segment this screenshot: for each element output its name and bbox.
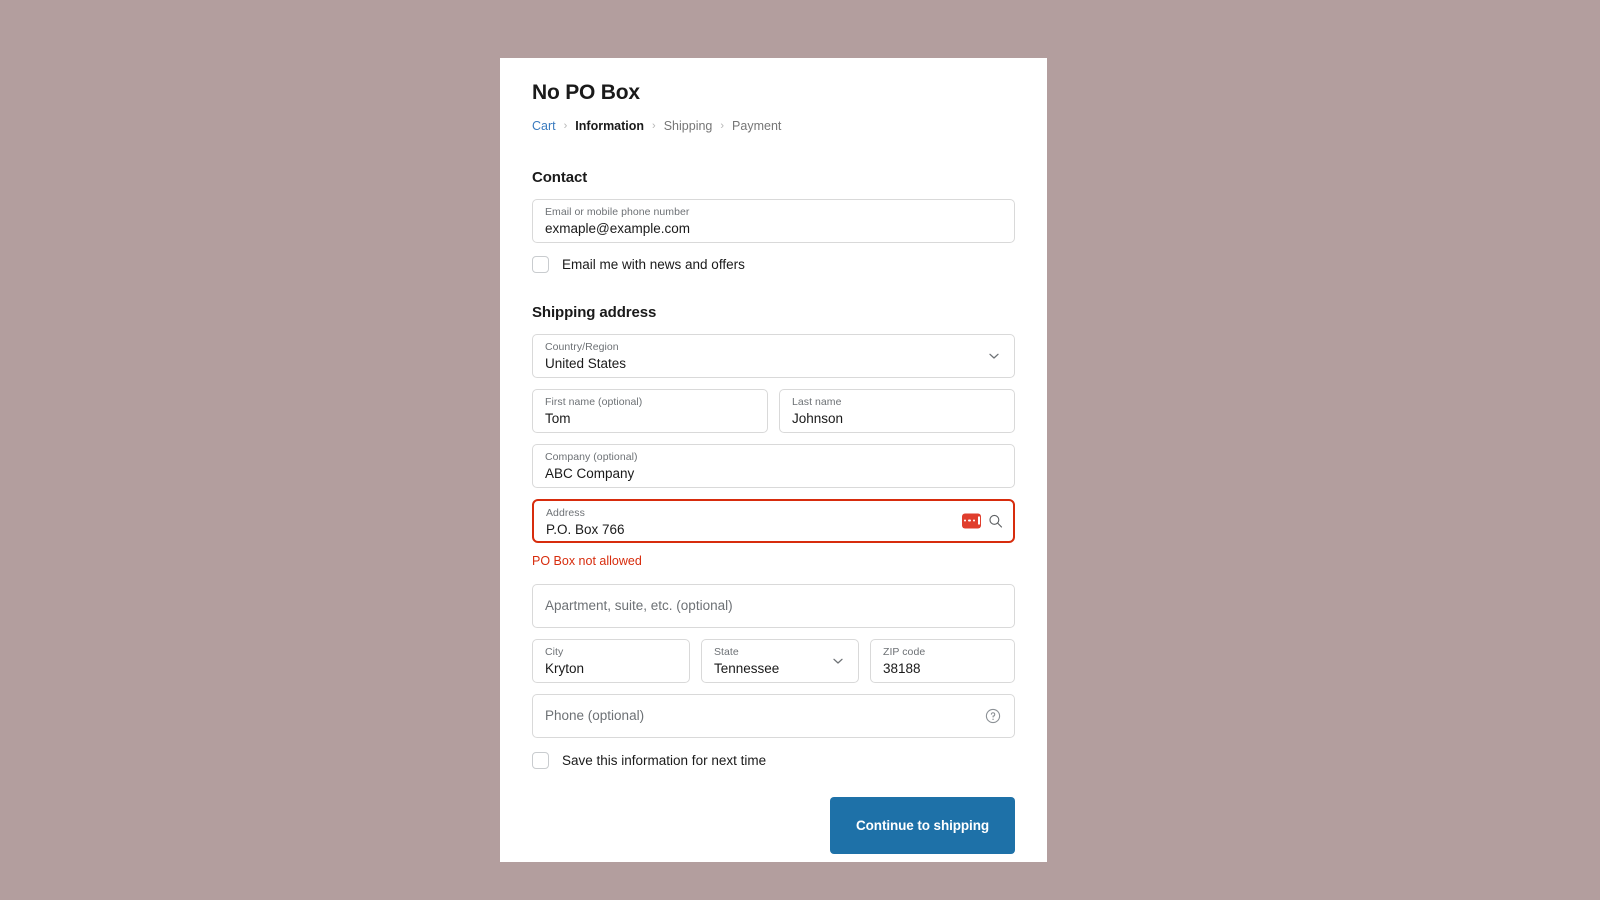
zip-value: 38188: [883, 660, 1002, 678]
name-row: First name (optional) Tom Last name John…: [532, 389, 1015, 433]
state-label: State: [714, 646, 846, 659]
city-state-zip-row: City Kryton State Tennessee ZIP code 381…: [532, 639, 1015, 683]
country-select-label: Country/Region: [545, 341, 1002, 354]
breadcrumb-item-cart[interactable]: Cart: [532, 120, 556, 133]
page-title: No PO Box: [532, 80, 1015, 105]
address-label: Address: [546, 507, 1001, 520]
email-field-label: Email or mobile phone number: [545, 206, 1002, 219]
email-field[interactable]: Email or mobile phone number exmaple@exa…: [532, 199, 1015, 243]
state-value: Tennessee: [714, 660, 846, 678]
checkout-card: No PO Box Cart › Information › Shipping …: [500, 58, 1047, 862]
company-label: Company (optional): [545, 451, 1002, 464]
last-name-field[interactable]: Last name Johnson: [779, 389, 1015, 433]
first-name-field[interactable]: First name (optional) Tom: [532, 389, 768, 433]
password-manager-icon[interactable]: [962, 513, 981, 528]
apartment-field[interactable]: Apartment, suite, etc. (optional): [532, 584, 1015, 628]
last-name-value: Johnson: [792, 410, 1002, 428]
breadcrumb-separator-icon: ›: [564, 121, 568, 132]
country-select-value: United States: [545, 355, 1002, 373]
apartment-placeholder: Apartment, suite, etc. (optional): [545, 597, 733, 615]
offers-checkbox-row[interactable]: Email me with news and offers: [532, 256, 1015, 273]
breadcrumb-item-payment[interactable]: Payment: [732, 120, 781, 133]
breadcrumb-item-information[interactable]: Information: [575, 120, 644, 133]
phone-placeholder: Phone (optional): [545, 707, 644, 725]
search-icon[interactable]: [988, 513, 1003, 528]
address-adornments: [962, 513, 1003, 528]
first-name-value: Tom: [545, 410, 755, 428]
state-select[interactable]: State Tennessee: [701, 639, 859, 683]
zip-field[interactable]: ZIP code 38188: [870, 639, 1015, 683]
last-name-label: Last name: [792, 396, 1002, 409]
save-info-checkbox-row[interactable]: Save this information for next time: [532, 752, 1015, 769]
contact-heading: Contact: [532, 169, 1015, 186]
phone-field[interactable]: Phone (optional): [532, 694, 1015, 738]
address-field[interactable]: Address P.O. Box 766: [532, 499, 1015, 543]
city-label: City: [545, 646, 677, 659]
page-background: No PO Box Cart › Information › Shipping …: [0, 0, 1600, 900]
save-info-checkbox[interactable]: [532, 752, 549, 769]
help-circle-icon[interactable]: [985, 708, 1001, 724]
save-info-checkbox-label: Save this information for next time: [562, 752, 766, 769]
address-value: P.O. Box 766: [546, 521, 1001, 539]
city-value: Kryton: [545, 660, 677, 678]
shipping-address-heading: Shipping address: [532, 304, 1015, 321]
first-name-label: First name (optional): [545, 396, 755, 409]
breadcrumb-item-shipping[interactable]: Shipping: [664, 120, 713, 133]
breadcrumb: Cart › Information › Shipping › Payment: [532, 120, 1015, 133]
company-value: ABC Company: [545, 465, 1002, 483]
offers-checkbox[interactable]: [532, 256, 549, 273]
continue-to-shipping-button[interactable]: Continue to shipping: [830, 797, 1015, 854]
email-field-value: exmaple@example.com: [545, 220, 1002, 238]
zip-label: ZIP code: [883, 646, 1002, 659]
breadcrumb-separator-icon: ›: [720, 121, 724, 132]
offers-checkbox-label: Email me with news and offers: [562, 256, 745, 273]
breadcrumb-separator-icon: ›: [652, 121, 656, 132]
country-select[interactable]: Country/Region United States: [532, 334, 1015, 378]
company-field[interactable]: Company (optional) ABC Company: [532, 444, 1015, 488]
city-field[interactable]: City Kryton: [532, 639, 690, 683]
address-error-message: PO Box not allowed: [532, 553, 1015, 569]
submit-row: Continue to shipping: [532, 797, 1015, 854]
